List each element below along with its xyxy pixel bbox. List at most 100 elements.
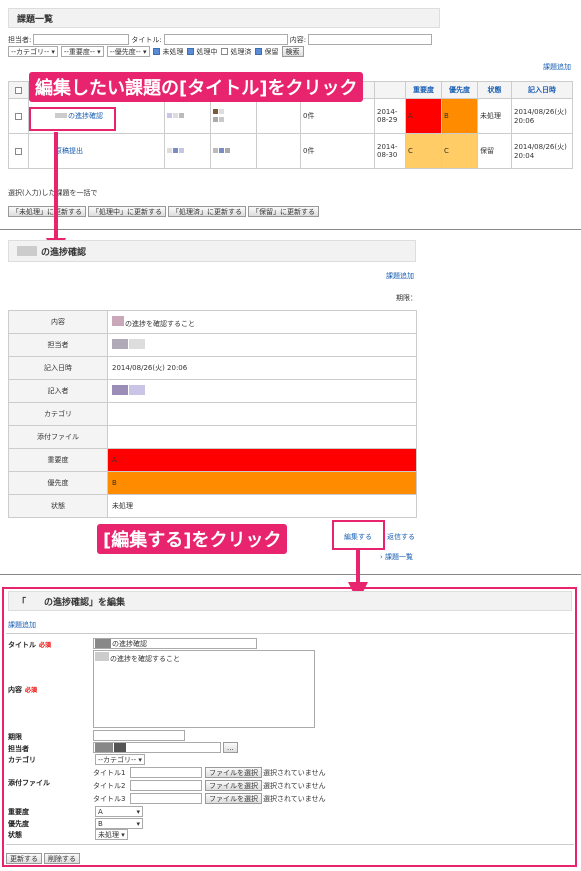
detail-row: 内容 の進捗を確認すること [8, 310, 417, 334]
highlight-edit-box [332, 520, 385, 550]
update-button[interactable]: 更新する [6, 853, 42, 864]
priority-select[interactable]: B ▾ [95, 818, 143, 829]
priority-cell: C [441, 133, 478, 169]
detail-add-issue-link[interactable]: 課題追加 [386, 271, 414, 281]
detail-table: 内容 の進捗を確認すること 担当者 記入日時 2014/08/26(火) 20:06… [8, 310, 417, 518]
status-cell: 保留 [477, 133, 512, 169]
detail-value: の進捗を確認すること [107, 310, 417, 334]
deadline-input[interactable] [93, 730, 185, 741]
batch-hold-button[interactable]: 「保留」に更新する [248, 206, 319, 217]
status-cell: 未処理 [477, 98, 512, 134]
detail-row: 重要度 A [8, 448, 417, 472]
row-checkbox[interactable] [15, 112, 22, 120]
search-button[interactable]: 検索 [281, 46, 304, 57]
importance-cell: A [405, 98, 442, 134]
content-field-label: 内容 必須 [8, 686, 38, 694]
status-checkbox-hold[interactable] [254, 48, 262, 55]
detail-row: 状態 未処理 [8, 494, 417, 518]
attachment-field-label: 添付ファイル [8, 779, 50, 787]
status-checkbox-processing[interactable] [186, 48, 194, 55]
delete-button[interactable]: 削除する [44, 853, 80, 864]
category-filter-select[interactable]: --カテゴリ-- ▾ [8, 46, 58, 57]
list-add-issue-link[interactable]: 課題追加 [543, 62, 571, 72]
detail-priority-value: B [107, 471, 417, 495]
detail-label: 担当者 [8, 333, 108, 357]
chevron-down-icon: ▾ [136, 819, 140, 828]
col-header-priority[interactable]: 優先度 [441, 81, 478, 99]
file-title-label: タイトル3 [93, 795, 126, 803]
assignee-picker-button[interactable]: ... [223, 742, 238, 753]
writer-cell [210, 98, 257, 134]
batch-processing-button[interactable]: 「処理中」に更新する [88, 206, 166, 217]
file-choose-button[interactable]: ファイルを選択 [205, 780, 262, 791]
callout-click-edit: [編集する]をクリック [97, 524, 288, 554]
status-label-processed: 処理済 [230, 47, 252, 56]
assignee-field-label: 担当者 [8, 745, 29, 753]
content-filter-input[interactable] [308, 34, 433, 45]
col-header-importance[interactable]: 重要度 [405, 81, 442, 99]
content-textarea[interactable]: の進捗を確認すること [93, 650, 315, 728]
masked-name [17, 246, 37, 256]
file-title-input[interactable] [130, 767, 202, 778]
table-row: 原稿提出 0件 2014-08-30 C C 保留 2014/08/26(火) … [8, 133, 573, 169]
detail-row: 担当者 [8, 333, 417, 357]
importance-cell: C [405, 133, 442, 169]
title-filter-input[interactable] [163, 34, 288, 45]
written-cell: 2014/08/26(火) 20:04 [511, 133, 573, 169]
detail-label: 優先度 [8, 471, 108, 495]
detail-value: 2014/08/26(火) 20:06 [107, 356, 417, 380]
reply-link[interactable]: 返信する [387, 532, 415, 542]
writer-cell [210, 133, 257, 169]
detail-label: 内容 [8, 310, 108, 334]
edit-add-issue-link[interactable]: 課題追加 [8, 620, 36, 630]
detail-label: 重要度 [8, 448, 108, 472]
batch-processed-button[interactable]: 「処理済」に更新する [168, 206, 246, 217]
col-header-status[interactable]: 状態 [477, 81, 512, 99]
category-select[interactable]: --カテゴリ-- ▾ [95, 754, 145, 765]
importance-select[interactable]: A ▾ [95, 806, 143, 817]
edit-panel-header: 「 の進捗確認」を編集 [8, 591, 572, 611]
title-filter-label: タイトル: [131, 35, 162, 44]
priority-filter-select[interactable]: --優先度-- ▾ [106, 46, 150, 57]
file-title-input[interactable] [130, 780, 202, 791]
file-choose-button[interactable]: ファイルを選択 [205, 767, 262, 778]
detail-row: 優先度 B [8, 471, 417, 495]
required-mark: 必須 [25, 687, 38, 694]
edit-heading: 「 の進捗確認」を編集 [17, 597, 126, 608]
detail-label: 記入者 [8, 379, 108, 403]
status-checkbox-processed[interactable] [220, 48, 228, 55]
content-filter-label: 内容: [289, 35, 307, 44]
assignee-input[interactable] [93, 742, 221, 753]
importance-filter-select[interactable]: --重要度-- ▾ [60, 46, 104, 57]
detail-label: 記入日時 [8, 356, 108, 380]
status-select[interactable]: 未処理 ▾ [95, 829, 128, 840]
detail-row: 記入日時 2014/08/26(火) 20:06 [8, 356, 417, 380]
back-to-list-link[interactable]: › 課題一覧 [380, 552, 413, 562]
status-field-label: 状態 [8, 831, 22, 839]
detail-panel-header: の進捗確認 [8, 240, 416, 262]
callout-click-title: 編集したい課題の[タイトル]をクリック [29, 72, 364, 102]
file-status-text: 選択されていません [263, 795, 326, 803]
status-label-hold: 保留 [264, 47, 279, 56]
assignee-filter-input[interactable] [33, 34, 130, 45]
status-label-processing: 処理中 [196, 47, 218, 56]
list-title: 課題一覧 [17, 14, 54, 25]
file-title-label: タイトル1 [93, 769, 126, 777]
status-checkbox-unprocessed[interactable] [152, 48, 160, 55]
priority-cell: B [441, 98, 478, 134]
detail-value [107, 425, 417, 449]
detail-row: カテゴリ [8, 402, 417, 426]
detail-value [107, 333, 417, 357]
reply-count-cell: 0件 [300, 98, 375, 134]
col-header-written[interactable]: 記入日時 [511, 81, 573, 99]
file-title-input[interactable] [130, 793, 202, 804]
form-divider [6, 633, 574, 634]
file-choose-button[interactable]: ファイルを選択 [205, 793, 262, 804]
select-all-checkbox[interactable] [15, 86, 22, 94]
title-input[interactable]: の進捗確認 [93, 638, 257, 649]
category-cell [256, 133, 301, 169]
list-panel-header: 課題一覧 [8, 8, 440, 28]
section-divider [0, 574, 581, 575]
row-checkbox[interactable] [15, 147, 22, 155]
filter-row-1: 担当者: タイトル: 内容: [8, 34, 433, 45]
